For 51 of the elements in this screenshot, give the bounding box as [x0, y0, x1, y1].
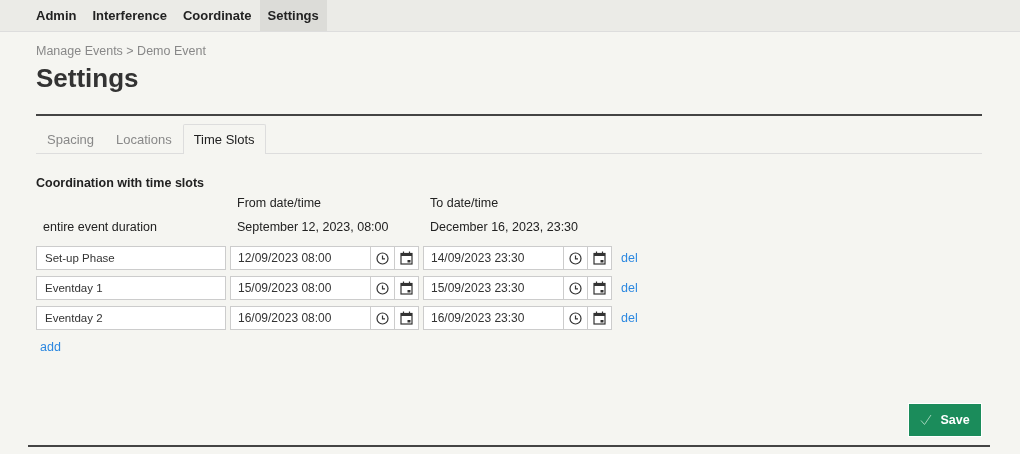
column-header: From date/time: [236, 196, 323, 212]
date-picker-button[interactable]: [588, 306, 612, 330]
calendar-icon: [593, 251, 606, 265]
date-time-field[interactable]: 14/09/2023 23:30: [423, 246, 564, 270]
calendar-icon: [400, 251, 413, 265]
date-picker-button[interactable]: [395, 246, 419, 270]
date-time-field[interactable]: 16/09/2023 08:00: [230, 306, 371, 330]
delete-link[interactable]: del: [616, 251, 982, 265]
time-picker-button[interactable]: [564, 276, 588, 300]
date-time-field[interactable]: 15/09/2023 23:30: [423, 276, 564, 300]
date-time-field[interactable]: 12/09/2023 08:00: [230, 246, 371, 270]
clock-icon: [569, 251, 582, 265]
clock-icon: [376, 281, 389, 295]
save-button[interactable]: Save: [908, 403, 982, 437]
date-picker-button[interactable]: [395, 306, 419, 330]
date-picker-button[interactable]: [395, 276, 419, 300]
date-time-text: December 16, 2023, 23:30: [429, 220, 580, 236]
calendar-icon: [593, 311, 606, 325]
calendar-icon: [400, 281, 413, 295]
calendar-icon: [593, 281, 606, 295]
name-field[interactable]: Eventday 2: [36, 306, 226, 330]
nav-tab[interactable]: Coordinate: [174, 0, 260, 31]
name-field[interactable]: Set-up Phase: [36, 246, 226, 270]
time-picker-button[interactable]: [371, 246, 395, 270]
clock-icon: [569, 281, 582, 295]
row-label: entire event duration: [42, 220, 158, 236]
nav-tab[interactable]: Interference: [84, 0, 175, 31]
date-picker-button[interactable]: [588, 246, 612, 270]
nav-tab[interactable]: Admin: [28, 0, 85, 31]
tab[interactable]: Time Slots: [182, 124, 266, 154]
date-time-field[interactable]: 15/09/2023 08:00: [230, 276, 371, 300]
clock-icon: [376, 311, 389, 325]
calendar-icon: [400, 311, 413, 325]
clock-icon: [376, 251, 389, 265]
date-time-text: September 12, 2023, 08:00: [236, 220, 390, 236]
name-field[interactable]: Eventday 1: [36, 276, 226, 300]
date-time-field[interactable]: 16/09/2023 23:30: [423, 306, 564, 330]
breadcrumb: Manage Events > Demo Event: [36, 44, 207, 58]
time-picker-button[interactable]: [564, 246, 588, 270]
section-heading: Coordination with time slots: [36, 176, 206, 190]
date-picker-button[interactable]: [588, 276, 612, 300]
time-picker-button[interactable]: [564, 306, 588, 330]
time-picker-button[interactable]: [371, 276, 395, 300]
column-header: To date/time: [429, 196, 500, 212]
delete-link[interactable]: del: [616, 311, 982, 325]
check-icon: [920, 414, 933, 426]
clock-icon: [569, 311, 582, 325]
time-picker-button[interactable]: [371, 306, 395, 330]
page-title: Settings: [36, 63, 140, 95]
nav-tab[interactable]: Settings: [259, 0, 327, 31]
delete-link[interactable]: del: [616, 281, 982, 295]
